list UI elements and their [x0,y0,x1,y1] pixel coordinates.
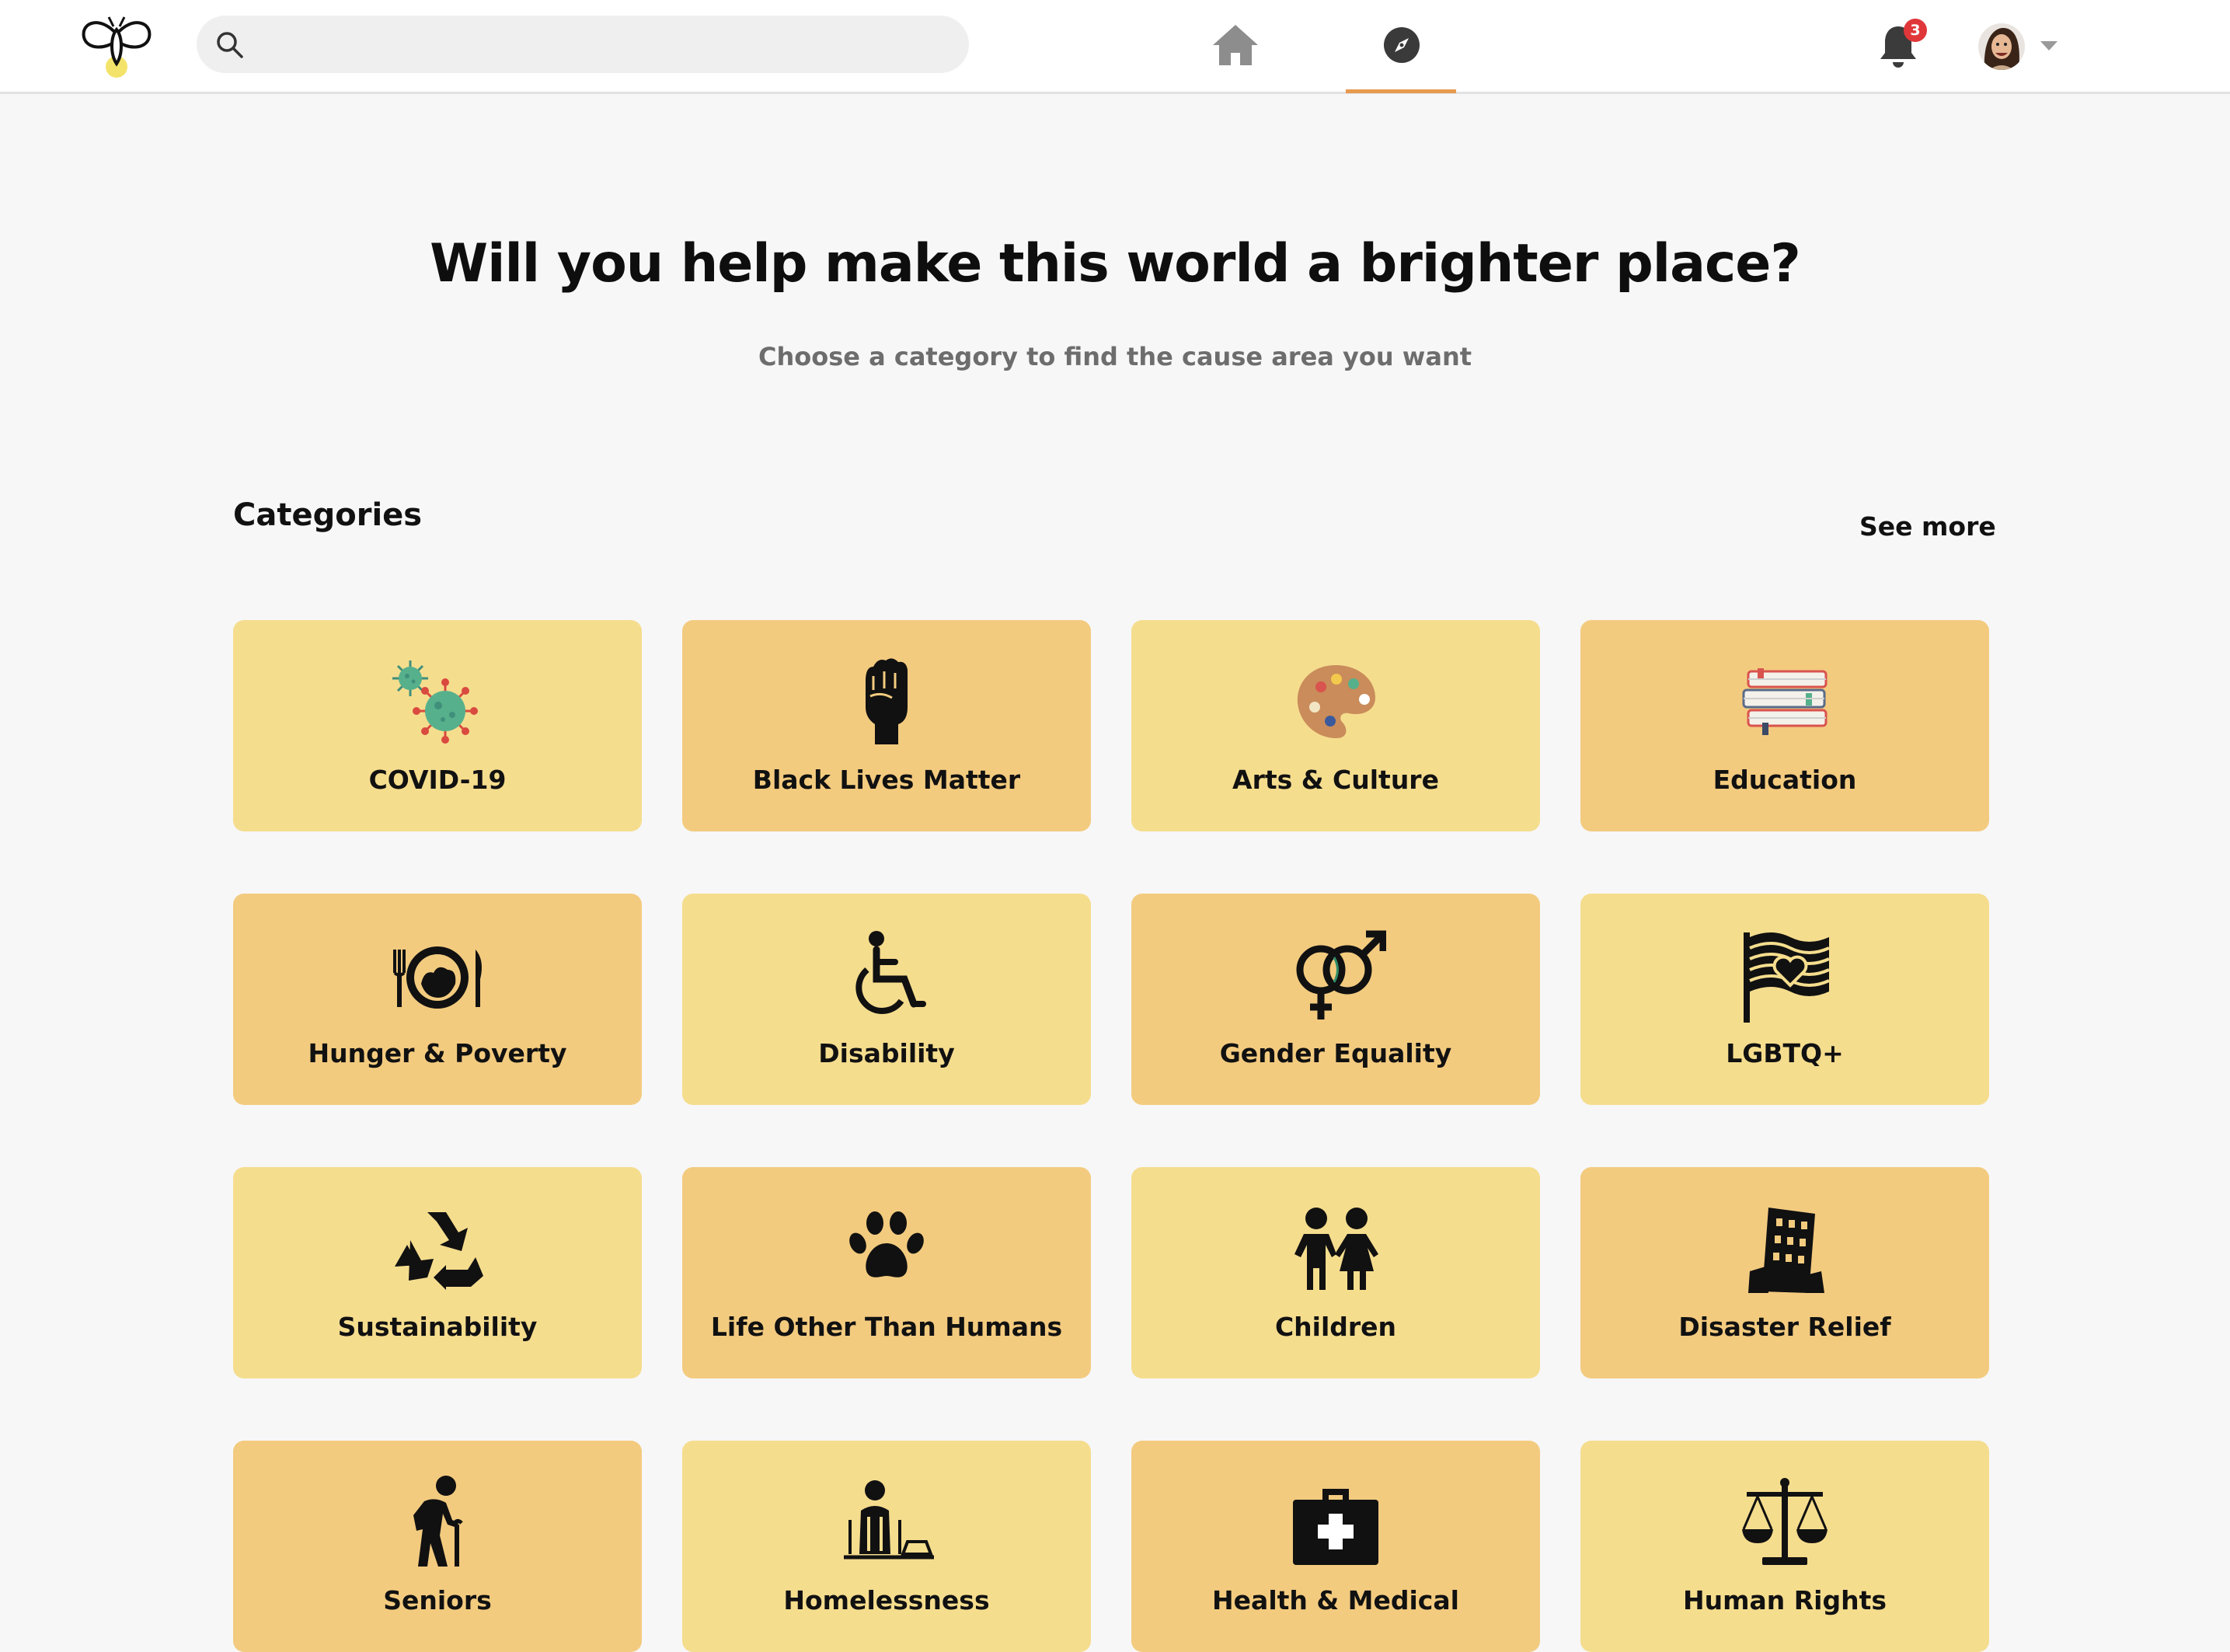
category-label: Gender Equality [1219,1038,1452,1068]
elderly-person-icon [387,1473,488,1571]
category-label: Disability [818,1038,955,1068]
page-title: Will you help make this world a brighter… [430,233,1801,295]
category-card-human-rights[interactable]: Human Rights [1580,1441,1989,1652]
explore-tab[interactable] [1346,0,1456,93]
category-label: Human Rights [1682,1585,1887,1615]
category-label: Children [1274,1312,1397,1342]
category-label: Black Lives Matter [752,765,1021,795]
category-label: Arts & Culture [1232,765,1439,795]
category-card-homelessness[interactable]: Homelessness [682,1441,1091,1652]
page-subtitle: Choose a category to find the cause area… [758,342,1472,371]
collapsing-building-icon [1734,1200,1835,1298]
see-more-link[interactable]: See more [1859,511,1996,542]
user-avatar[interactable] [1978,23,2025,70]
category-grid: COVID-19 Black Lives Matter Arts & Cultu… [233,620,1991,1652]
category-card-covid-19[interactable]: COVID-19 [233,620,642,831]
first-aid-kit-icon [1285,1473,1386,1571]
category-card-children[interactable]: Children [1131,1167,1540,1378]
wheelchair-icon [836,926,937,1024]
paw-icon [836,1200,937,1298]
category-label: Education [1713,765,1857,795]
search-input[interactable] [259,16,946,75]
search-icon [217,32,243,58]
raised-fist-icon [836,653,937,751]
children-icon [1285,1200,1386,1298]
category-card-health-medical[interactable]: Health & Medical [1131,1441,1540,1652]
category-card-seniors[interactable]: Seniors [233,1441,642,1652]
chevron-down-icon[interactable] [2039,40,2059,52]
paint-palette-icon [1285,653,1386,751]
category-card-sustainability[interactable]: Sustainability [233,1167,642,1378]
search-bar[interactable] [197,16,969,75]
plate-cutlery-icon [387,926,488,1024]
category-label: LGBTQ+ [1726,1038,1844,1068]
categories-heading: Categories [233,497,423,533]
gender-symbols-icon [1285,926,1387,1024]
home-icon[interactable] [1211,23,1260,67]
category-card-disability[interactable]: Disability [682,894,1091,1105]
category-label: Health & Medical [1212,1585,1459,1615]
scales-icon [1734,1473,1835,1571]
homeless-person-icon [836,1473,937,1571]
virus-icon [387,653,488,751]
category-card-arts-culture[interactable]: Arts & Culture [1131,620,1540,831]
category-card-education[interactable]: Education [1580,620,1989,831]
category-card-life-other-than-humans[interactable]: Life Other Than Humans [682,1167,1091,1378]
notification-count-badge: 3 [1904,19,1927,42]
category-label: Hunger & Poverty [308,1038,567,1068]
active-tab-indicator [1346,89,1456,93]
category-label: Homelessness [783,1585,990,1615]
category-card-gender-equality[interactable]: Gender Equality [1131,894,1540,1105]
category-card-black-lives-matter[interactable]: Black Lives Matter [682,620,1091,831]
category-label: Sustainability [337,1312,538,1342]
category-card-lgbtq[interactable]: LGBTQ+ [1580,894,1989,1105]
category-card-disaster-relief[interactable]: Disaster Relief [1580,1167,1989,1378]
compass-icon [1384,27,1420,63]
category-label: COVID-19 [368,765,507,795]
category-label: Life Other Than Humans [710,1312,1063,1342]
recycle-icon [387,1200,488,1298]
category-label: Seniors [383,1585,492,1615]
heart-flag-icon [1734,926,1835,1024]
top-navigation-bar: 3 [0,0,2230,94]
firefly-logo-icon[interactable] [78,11,155,81]
books-icon [1734,653,1835,751]
category-label: Disaster Relief [1678,1312,1891,1342]
category-card-hunger-poverty[interactable]: Hunger & Poverty [233,894,642,1105]
